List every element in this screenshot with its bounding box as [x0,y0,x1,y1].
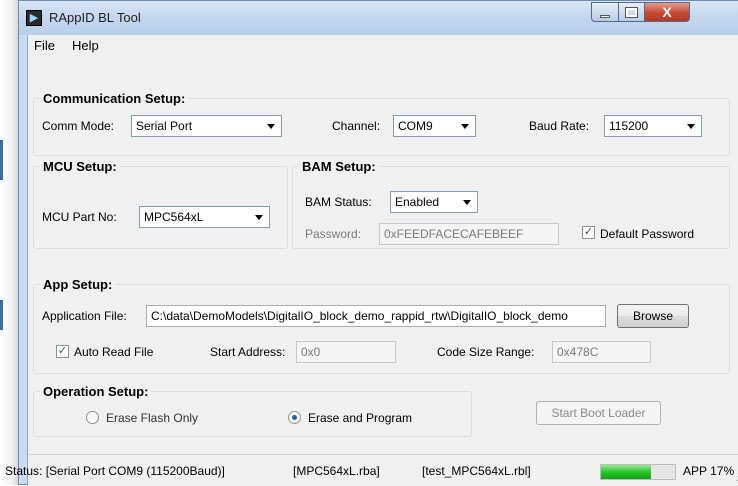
chevron-down-icon [461,124,469,129]
status-port: Status: [Serial Port COM9 (115200Baud)] [5,464,225,478]
channel-value: COM9 [398,119,433,133]
auto-read-checkbox[interactable]: ✓ [56,345,69,358]
mcu-part-label: MCU Part No: [42,210,117,224]
status-bar: Status: [Serial Port COM9 (115200Baud)] … [5,454,738,486]
comm-mode-label: Comm Mode: [42,119,115,133]
password-label: Password: [305,227,362,241]
auto-read-label: Auto Read File [74,345,154,359]
browse-button[interactable]: Browse [617,304,689,328]
app-icon: ▶ [26,10,42,26]
baud-rate-value: 115200 [609,119,649,133]
default-password-checkbox[interactable]: ✓ [582,226,595,239]
code-size-field[interactable]: 0x478C [552,341,651,363]
maximize-icon [625,6,638,18]
menu-help[interactable]: Help [72,38,99,53]
progress-fill [601,465,652,479]
chevron-down-icon [687,124,695,129]
bam-status-value: Enabled [395,195,440,209]
communication-setup-title: Communication Setup: [40,91,189,106]
erase-and-program-radio[interactable] [288,411,301,424]
default-password-label: Default Password [600,227,695,241]
application-file-label: Application File: [42,309,127,323]
minimize-button[interactable] [591,2,619,22]
chevron-down-icon [463,200,471,205]
bam-setup-title: BAM Setup: [299,159,379,174]
erase-flash-only-radio[interactable] [86,411,99,424]
client-area: File Help Communication Setup: Comm Mode… [5,35,738,486]
app-setup-title: App Setup: [40,277,116,292]
minimize-icon [600,14,610,18]
operation-setup-group: Operation Setup: Erase Flash Only Erase … [33,384,472,437]
erase-and-program-label: Erase and Program [308,411,413,425]
main-window: ▶ RAppID BL Tool X File Help Communicati… [5,0,738,486]
mcu-setup-group: MCU Setup: MCU Part No: MPC564xL [33,159,288,249]
mcu-part-select[interactable]: MPC564xL [139,206,270,228]
progress-label: APP 17% [683,464,735,478]
erase-flash-only-label: Erase Flash Only [106,411,199,425]
password-field[interactable]: 0xFEEDFACECAFEBEEF [379,223,559,245]
desktop-background-strip [0,0,18,485]
status-rbl-file: [test_MPC564xL.rbl] [422,464,531,478]
bam-status-label: BAM Status: [305,195,372,209]
maximize-button[interactable] [618,2,645,22]
channel-label: Channel: [332,119,381,133]
app-progress-bar [600,464,676,480]
comm-mode-select[interactable]: Serial Port [131,115,282,137]
start-boot-loader-button[interactable]: Start Boot Loader [536,401,661,425]
bam-status-select[interactable]: Enabled [390,191,478,213]
chevron-down-icon [267,124,275,129]
bam-setup-group: BAM Setup: BAM Status: Enabled Password:… [292,159,730,249]
chevron-down-icon [255,215,263,220]
menu-file[interactable]: File [34,38,55,53]
application-file-field[interactable]: C:\data\DemoModels\DigitalIO_block_demo_… [146,305,606,327]
start-address-label: Start Address: [210,345,286,359]
code-size-label: Code Size Range: [437,345,535,359]
status-rba-file: [MPC564xL.rba] [293,464,380,478]
mcu-part-value: MPC564xL [144,210,204,224]
baud-rate-select[interactable]: 115200 [604,115,702,137]
operation-setup-title: Operation Setup: [40,384,152,399]
close-button[interactable]: X [644,2,690,22]
channel-select[interactable]: COM9 [393,115,476,137]
baud-rate-label: Baud Rate: [529,119,590,133]
comm-mode-value: Serial Port [136,119,193,133]
window-title: RAppID BL Tool [49,10,141,25]
start-address-field[interactable]: 0x0 [296,341,396,363]
mcu-setup-title: MCU Setup: [40,159,120,174]
title-bar[interactable]: ▶ RAppID BL Tool X [19,1,738,35]
close-icon: X [662,4,672,20]
menu-bar: File Help [28,35,738,57]
communication-setup-group: Communication Setup: Comm Mode: Serial P… [33,91,730,156]
app-setup-group: App Setup: Application File: C:\data\Dem… [33,277,730,374]
